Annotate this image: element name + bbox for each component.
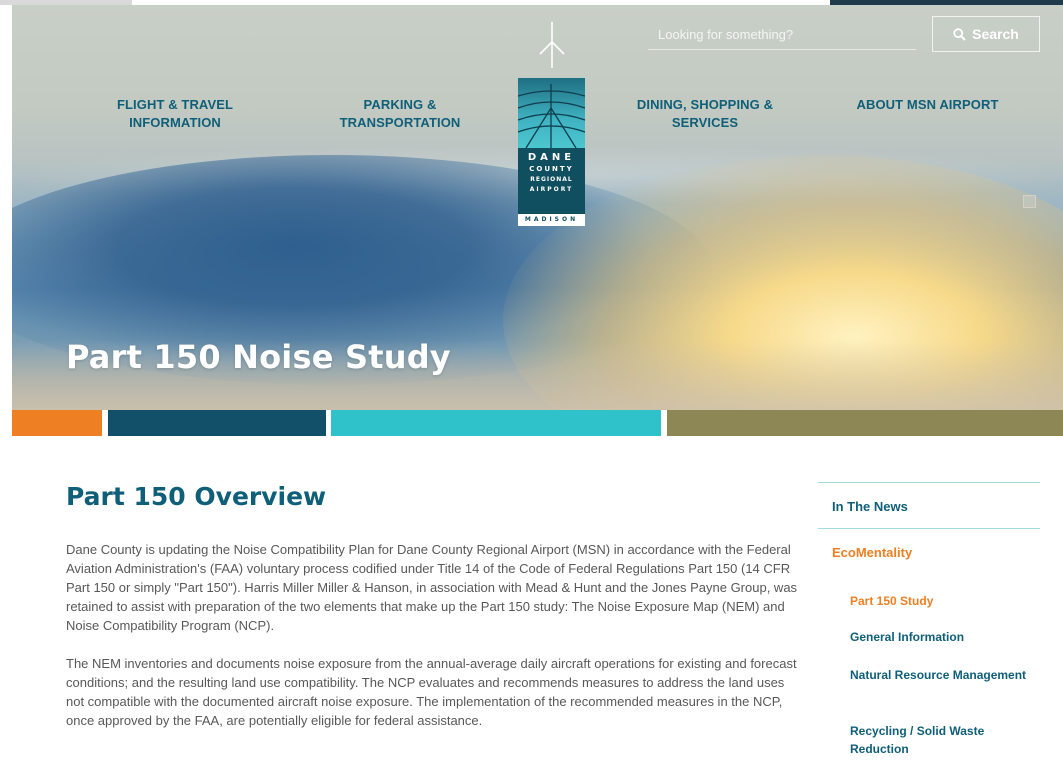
- overview-paragraph-2: The NEM inventories and documents noise …: [66, 656, 797, 728]
- color-bar-orange: [12, 410, 102, 436]
- hero-title: Part 150 Noise Study: [66, 338, 451, 376]
- logo-text-county: COUNTY: [529, 165, 574, 173]
- logo-text-dane: DANE: [527, 152, 576, 163]
- sidebar-link-ecomentality[interactable]: EcoMentality: [832, 544, 912, 562]
- sidebar-sublink-natural-resource-management[interactable]: Natural Resource Management: [850, 666, 1030, 684]
- color-bar-navy: [108, 410, 326, 436]
- antenna-icon: [539, 22, 565, 68]
- sidebar-link-in-the-news[interactable]: In The News: [832, 498, 908, 516]
- color-bar-olive: [667, 410, 1063, 436]
- nav-parking-transportation[interactable]: PARKING & TRANSPORTATION: [325, 96, 475, 132]
- search-button[interactable]: Search: [932, 16, 1040, 52]
- sidebar-sublink-part-150-study[interactable]: Part 150 Study: [850, 592, 1030, 610]
- logo-text-regional: REGIONAL: [530, 176, 573, 183]
- hero-checkbox[interactable]: [1023, 195, 1036, 208]
- logo-tower-graphic: [517, 78, 586, 149]
- search-icon: [953, 27, 966, 41]
- search-input[interactable]: [648, 20, 916, 50]
- sidebar-sublink-recycling-solid-waste[interactable]: Recycling / Solid Waste Reduction: [850, 722, 1030, 758]
- airport-logo[interactable]: DANE COUNTY REGIONAL AIRPORT MADISON: [517, 78, 586, 226]
- nav-about-msn-airport[interactable]: ABOUT MSN AIRPORT: [830, 96, 1025, 114]
- sidebar-sublink-general-information[interactable]: General Information: [850, 628, 1030, 646]
- logo-text-airport: AIRPORT: [529, 186, 574, 193]
- logo-text-madison: MADISON: [518, 214, 585, 226]
- color-bar-teal: [331, 410, 661, 436]
- sidebar-divider: [818, 528, 1040, 529]
- sidebar-divider: [818, 482, 1040, 483]
- overview-paragraph-1: Dane County is updating the Noise Compat…: [66, 542, 798, 633]
- page-title: Part 150 Overview: [66, 482, 327, 511]
- nav-flight-travel-information[interactable]: FLIGHT & TRAVEL INFORMATION: [90, 96, 260, 132]
- search-button-label: Search: [972, 26, 1019, 42]
- nav-dining-shopping-services[interactable]: DINING, SHOPPING & SERVICES: [615, 96, 795, 132]
